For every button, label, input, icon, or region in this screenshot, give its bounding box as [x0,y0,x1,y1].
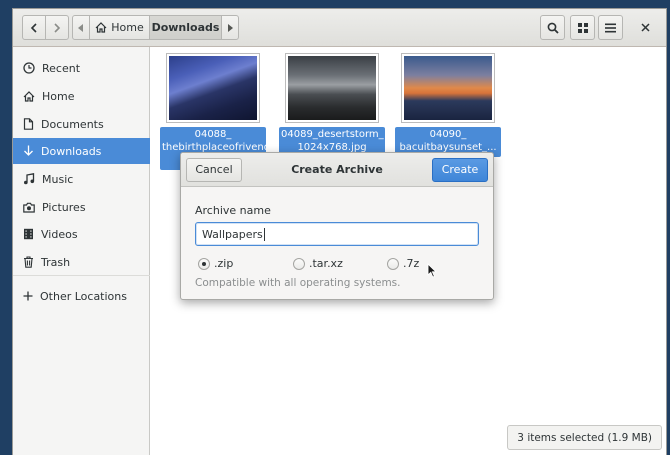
download-icon [24,145,33,156]
sidebar-divider [13,275,150,276]
format-label: .zip [214,257,234,270]
format-radio-zip[interactable]: .zip [198,257,233,270]
sidebar-item-label: Downloads [41,144,102,158]
path-scroll-left-button[interactable] [72,15,90,40]
radio-unchecked-icon [387,257,399,270]
trash-icon [24,256,33,268]
sidebar-item-documents[interactable]: Documents [13,111,150,137]
menu-icon [605,23,616,32]
sidebar-item-home[interactable]: Home [13,83,150,109]
sidebar-item-label: Other Locations [40,289,127,303]
go-forward-icon [54,22,61,33]
close-window-button[interactable] [636,15,654,40]
home-icon [23,90,35,102]
mountain-valley-image [169,56,257,120]
bay-sunset-image [404,56,492,120]
close-icon [640,23,650,32]
grid-view-icon [577,22,588,33]
create-archive-dialog: Cancel Create Archive Create Archive nam… [180,152,494,300]
grid-view-button[interactable] [570,15,595,40]
file-thumbnail [166,53,260,123]
file-item[interactable]: 04089_desertstorm_ 1024x768.jpg [279,53,385,157]
sidebar-item-recent[interactable]: Recent [13,55,150,81]
sidebar-item-music[interactable]: Music [13,166,150,192]
file-thumbnail [285,53,379,123]
header-bar: Home Downloads [13,9,666,47]
sidebar-item-downloads[interactable]: Downloads [13,138,150,164]
camera-icon [23,202,35,213]
search-button[interactable] [540,15,565,40]
path-downloads-button[interactable]: Downloads [149,15,222,40]
radio-checked-icon [198,257,210,270]
sidebar-item-other-locations[interactable]: Other Locations [13,283,150,309]
triangle-left-icon [78,23,83,32]
sidebar-item-label: Home [42,89,75,103]
sidebar-item-pictures[interactable]: Pictures [13,194,150,220]
format-label: .tar.xz [309,257,343,270]
plus-icon [23,291,33,301]
search-icon [547,22,559,34]
format-label: .7z [403,257,420,270]
back-button[interactable] [22,15,46,40]
text-cursor [263,227,265,241]
sidebar-item-label: Pictures [42,200,86,214]
path-downloads-label: Downloads [151,21,220,34]
mouse-pointer-icon [427,263,437,278]
go-back-icon [30,22,37,33]
file-thumbnail [401,53,495,123]
music-icon [24,173,35,185]
archive-name-value: Wallpapers [202,227,263,241]
clock-icon [23,62,35,74]
radio-unchecked-icon [293,257,305,270]
sidebar-item-label: Documents [41,117,104,131]
triangle-right-icon [228,23,233,32]
format-radio-tar-xz[interactable]: .tar.xz [293,257,343,270]
sidebar-item-trash[interactable]: Trash [13,249,150,275]
film-icon [24,228,33,240]
desert-storm-image [288,56,376,120]
sidebar-item-label: Recent [42,61,81,75]
document-icon [23,118,34,130]
dialog-header: Cancel Create Archive Create [181,153,493,187]
sidebar: Recent Home Documents Downloads Music Pi… [13,47,150,455]
selection-status: 3 items selected (1.9 MB) [517,431,652,444]
path-home-label: Home [111,21,144,34]
archive-name-input[interactable]: Wallpapers [195,222,479,246]
status-bar: 3 items selected (1.9 MB) [507,425,662,450]
sidebar-item-label: Videos [41,227,78,241]
archive-name-label: Archive name [195,204,271,217]
format-radio-7z[interactable]: .7z [387,257,419,270]
sidebar-item-label: Music [42,172,74,186]
menu-button[interactable] [598,15,623,40]
create-button[interactable]: Create [432,158,488,182]
format-help-text: Compatible with all operating systems. [195,277,401,289]
sidebar-item-videos[interactable]: Videos [13,221,150,247]
path-home-button[interactable]: Home [89,15,150,40]
home-icon [95,22,107,33]
sidebar-item-label: Trash [41,255,71,269]
file-item[interactable]: 04090_ bacuitbaysunset_... [395,53,501,157]
path-scroll-right-button[interactable] [221,15,239,40]
forward-button[interactable] [45,15,69,40]
